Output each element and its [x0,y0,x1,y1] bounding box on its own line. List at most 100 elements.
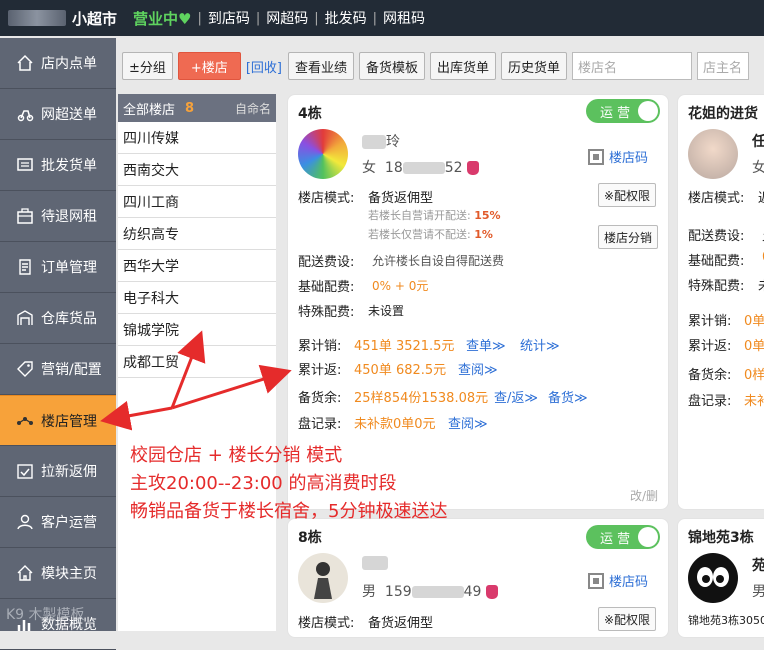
view-inventory-link[interactable]: 查阅≫ [448,413,488,432]
qr-icon [588,148,604,165]
shop-name-blurred [8,10,66,26]
sidebar-item-wholesale[interactable]: 批发货单 [0,140,116,191]
rental-code-link[interactable]: 网租码 [383,8,425,28]
special-fee-value: 未设置 [368,304,405,318]
store-name-input[interactable]: 楼店名 [572,52,693,80]
phone-blur [411,586,464,598]
store-qr-label: 楼店码 [609,151,649,166]
network-icon [16,412,34,430]
total-sales-label: 累计销: [298,339,342,354]
note-text: 若楼长自营请开配送: [368,209,471,222]
store-count: 8 [185,100,195,116]
recycle-link[interactable]: [回收] [246,57,282,76]
base-fee-value: 0% + 0元 [372,279,429,293]
sidebar-item-referral[interactable]: 拉新返佣 [0,446,116,497]
store-list-header[interactable]: 全部楼店 8 自命名 [118,94,276,122]
home-icon [16,54,34,72]
store-description: 锦地苑3栋3050 [688,614,764,627]
phone-tail: 52 [444,160,463,176]
store-item[interactable]: 西南交大 [118,154,276,186]
auto-name-toggle[interactable]: 自命名 [235,100,271,117]
online-code-link[interactable]: 网超码 [266,8,308,28]
business-status[interactable]: 营业中♥ [133,8,191,29]
users-icon [16,513,34,531]
edit-delete-link[interactable]: 改/删 [630,487,658,504]
permission-button[interactable]: ※配权限 [598,183,657,207]
restock-link[interactable]: 备货≫ [548,387,588,406]
top-bar: 小超市 营业中♥ | 到店码 | 网超码 | 批发码 | 网租码 [0,0,764,36]
mode-label: 楼店模式: [298,191,355,206]
truck-icon [16,156,34,174]
tag-icon [16,360,34,378]
sidebar-item-store-mgmt[interactable]: 楼店管理 [0,395,116,446]
run-toggle[interactable]: 运 营 [586,99,660,123]
toggle-knob [638,101,658,121]
store-card: 4栋 运 营 玲 女 18 52 楼店码 楼店模式: 备货返佣型 ※配权限 若楼长… [287,94,669,510]
qr-icon [588,572,604,589]
sidebar-item-order-mgmt[interactable]: 订单管理 [0,242,116,293]
annotation-line: 校园仓店 + 楼长分销 模式 [130,445,343,466]
toggle-knob [638,527,658,547]
check-return-link[interactable]: 查/返≫ [494,387,538,406]
phone-tail: 49 [463,584,482,600]
total-sales-value: 0单 [744,314,764,329]
gender: 男 [752,584,764,600]
sidebar: 店内点单 网超送单 批发货单 待退网租 订单管理 仓库货品 营销/配置 楼店管理… [0,38,116,650]
mode-label: 楼店模式: [688,191,745,206]
delivery-fee-label: 配送费设: [688,229,745,244]
store-card: 花姐的进货 任 女 楼店模式: 返 配送费设: 允 基础配费: 0 特殊配费: … [677,94,764,510]
store-qr-link[interactable]: 楼店码 [588,571,648,590]
stock-template-button[interactable]: 备货模板 [358,52,425,80]
owner-name-head: 苑 [752,558,764,574]
store-qr-link[interactable]: 楼店码 [588,147,648,166]
sidebar-item-online-delivery[interactable]: 网超送单 [0,89,116,140]
view-returns-link[interactable]: 查阅≫ [458,359,498,378]
sidebar-item-label: 网超送单 [41,107,97,123]
sidebar-item-pending-return[interactable]: 待退网租 [0,191,116,242]
sidebar-item-marketing[interactable]: 营销/配置 [0,344,116,395]
store-item[interactable]: 电子科大 [118,282,276,314]
sidebar-item-warehouse[interactable]: 仓库货品 [0,293,116,344]
divider: | [372,10,378,26]
wholesale-code-link[interactable]: 批发码 [325,8,367,28]
sidebar-item-customer-ops[interactable]: 客户运营 [0,497,116,548]
store-card-name: 锦地苑3栋 [688,530,754,546]
self-run-delivery-note: 若楼长自营请开配送: 15% [368,207,501,223]
store-code-link[interactable]: 到店码 [208,8,250,28]
sidebar-item-module-home[interactable]: 模块主页 [0,548,116,599]
sidebar-item-in-store-orders[interactable]: 店内点单 [0,38,116,89]
owner-name-input[interactable]: 店主名 [697,52,750,80]
note-value: 1% [474,228,493,241]
all-stores-label: 全部楼店 [123,102,176,118]
store-item[interactable]: 四川传媒 [118,122,276,154]
store-item[interactable]: 纺织高专 [118,218,276,250]
check-orders-link[interactable]: 查单≫ [466,335,506,354]
add-store-button[interactable]: +楼店 [177,52,241,80]
sidebar-item-label: 订单管理 [41,260,97,276]
owner-name: 玲 [362,131,400,151]
name-blur [362,556,388,570]
outbound-order-button[interactable]: 出库货单 [430,52,497,80]
run-toggle[interactable]: 运 营 [586,525,660,549]
history-order-button[interactable]: 历史货单 [501,52,568,80]
statistics-link[interactable]: 统计≫ [520,335,560,354]
store-item[interactable]: 锦城学院 [118,314,276,346]
store-card-name: 花姐的进货 [688,106,758,122]
sidebar-item-label: 模块主页 [41,566,97,582]
toggle-label: 运 营 [600,105,631,121]
base-fee-label: 基础配费: [298,280,355,295]
group-button[interactable]: ±分组 [122,52,173,80]
sidebar-item-label: 批发货单 [41,158,97,174]
store-item[interactable]: 成都工贸 [118,346,276,378]
store-item[interactable]: 西华大学 [118,250,276,282]
store-split-button[interactable]: 楼店分销 [598,225,659,249]
view-performance-button[interactable]: 查看业绩 [287,52,354,80]
stock-balance-value: 25样854份1538.08元 [354,391,489,406]
sidebar-item-label: 仓库货品 [41,311,97,327]
owner-name [362,555,388,571]
note-value: 15% [474,209,501,222]
store-card-name: 8栋 [298,530,322,546]
permission-button[interactable]: ※配权限 [598,607,657,631]
store-item[interactable]: 四川工商 [118,186,276,218]
owner-contact: 女 18 52 [362,157,480,177]
